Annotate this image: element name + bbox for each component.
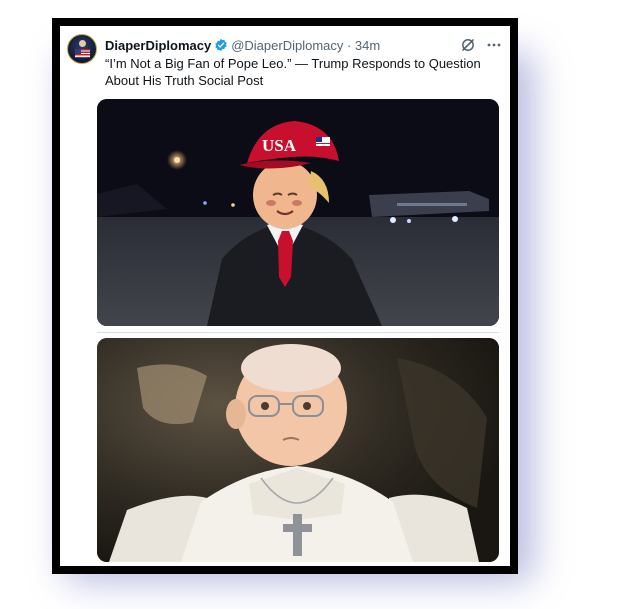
flag-icon [75, 49, 90, 58]
tweet-image-bottom[interactable] [97, 338, 499, 562]
tweet-image-top[interactable]: USA [97, 99, 499, 326]
portrait-icon [79, 40, 86, 47]
header-actions [460, 37, 502, 53]
media-divider [97, 332, 499, 333]
verified-badge-icon [214, 38, 228, 52]
display-name[interactable]: DiaperDiplomacy [105, 38, 211, 53]
cap-usa-text: USA [262, 136, 297, 155]
grok-icon[interactable] [460, 37, 476, 53]
tweet-card[interactable]: DiaperDiplomacy @DiaperDiplomacy · 34m “… [60, 26, 510, 566]
more-options-icon[interactable] [486, 37, 502, 53]
avatar[interactable] [67, 34, 97, 64]
tweet-text: “I’m Not a Big Fan of Pope Leo.” — Trump… [105, 56, 481, 88]
tweet-header: DiaperDiplomacy @DiaperDiplomacy · 34m [105, 36, 502, 54]
post-frame: DiaperDiplomacy @DiaperDiplomacy · 34m “… [52, 18, 518, 574]
screenshot-stage: DiaperDiplomacy @DiaperDiplomacy · 34m “… [0, 0, 624, 609]
handle-and-timestamp[interactable]: @DiaperDiplomacy · 34m [231, 38, 380, 53]
